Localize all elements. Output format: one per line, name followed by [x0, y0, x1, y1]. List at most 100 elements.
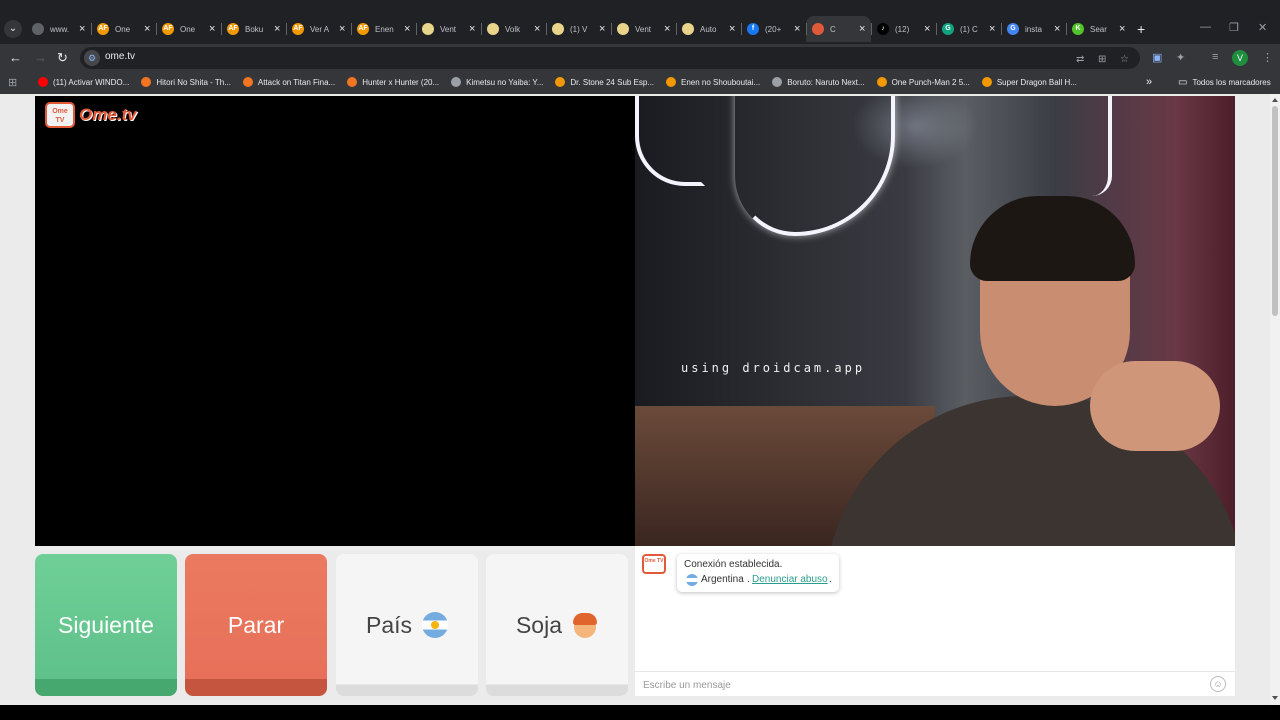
bookmark-item[interactable]: Super Dragon Ball H...: [981, 77, 1077, 87]
tab[interactable]: Ginsta ×: [1001, 16, 1066, 42]
reload-icon[interactable]: ↻: [57, 49, 68, 67]
ometv-logo[interactable]: Ome TV Ome.tv: [45, 102, 137, 128]
restore-icon[interactable]: ❐: [1229, 21, 1239, 34]
scroll-up-arrow-icon[interactable]: [1272, 98, 1278, 102]
tab[interactable]: Auto ×: [676, 16, 741, 42]
af-icon: AF: [357, 23, 369, 35]
google-icon: G: [1007, 23, 1019, 35]
tab-title: Vent: [440, 24, 457, 34]
more-bookmarks-icon[interactable]: »: [1146, 76, 1152, 88]
bookmark-item[interactable]: Boruto: Naruto Next...: [772, 77, 865, 87]
tab[interactable]: www. ×: [26, 16, 91, 42]
tp-icon: [981, 77, 992, 87]
url-text[interactable]: ome.tv: [105, 51, 135, 62]
separator-text: .: [747, 574, 750, 585]
close-window-icon[interactable]: ✕: [1258, 21, 1267, 34]
ometv-chat-icon: Ome TV: [642, 554, 666, 574]
report-abuse-link[interactable]: Denunciar abuso: [752, 574, 828, 585]
yellow-dot-icon: [682, 23, 694, 35]
bookmark-star-icon[interactable]: ☆: [1120, 54, 1129, 65]
tab[interactable]: AF Boku ×: [221, 16, 286, 42]
tab[interactable]: G (1) C ×: [936, 16, 1001, 42]
translate-icon[interactable]: ⇄: [1076, 54, 1084, 65]
close-tab-icon[interactable]: ×: [989, 23, 995, 35]
back-icon[interactable]: ←: [9, 49, 22, 67]
tab[interactable]: AF One ×: [156, 16, 221, 42]
all-bookmarks-folder[interactable]: ▭ Todos los marcadores: [1178, 77, 1271, 88]
new-tab-icon[interactable]: +: [1137, 20, 1145, 38]
connection-status-text: Conexión establecida.: [684, 559, 783, 570]
tab-title: (1) V: [570, 24, 588, 34]
bookmark-item[interactable]: Enen no Shouboutai...: [666, 77, 760, 87]
bookmark-item[interactable]: Hunter x Hunter (20...: [347, 77, 439, 87]
install-app-icon[interactable]: ⊞: [1098, 54, 1106, 65]
tab[interactable]: Volk ×: [481, 16, 546, 42]
translate-extension-icon[interactable]: ▣: [1152, 51, 1162, 64]
emoji-icon[interactable]: ☺: [1210, 676, 1226, 692]
media-control-icon[interactable]: ≡: [1212, 51, 1218, 63]
minimize-icon[interactable]: —: [1200, 21, 1211, 33]
close-tab-icon[interactable]: ×: [79, 23, 85, 35]
tab[interactable]: AF One ×: [91, 16, 156, 42]
apps-grid-icon[interactable]: ⊞: [8, 76, 17, 89]
bookmark-label: (11) Activar WINDO...: [53, 77, 130, 87]
tab[interactable]: AF Ver A ×: [286, 16, 351, 42]
close-tab-icon[interactable]: ×: [144, 23, 150, 35]
bookmark-label: Boruto: Naruto Next...: [787, 77, 865, 87]
message-input[interactable]: [643, 677, 1203, 693]
address-bar[interactable]: ⚙ ome.tv ⇄ ⊞ ☆: [80, 47, 1140, 69]
tab-list: www. × AF One × AF One × AF Boku × AF Ver A × AF Enen × V…: [26, 16, 1131, 42]
scroll-down-arrow-icon[interactable]: [1272, 696, 1278, 700]
tab-title: One: [115, 24, 131, 34]
close-tab-icon[interactable]: ×: [1054, 23, 1060, 35]
tab[interactable]: AF Enen ×: [351, 16, 416, 42]
next-button[interactable]: Siguiente: [35, 554, 177, 696]
menu-icon[interactable]: ⋮: [1262, 51, 1273, 64]
bookmark-label: Hunter x Hunter (20...: [362, 77, 440, 87]
tab-search-icon[interactable]: ⌄: [4, 20, 22, 38]
tab[interactable]: (1) V ×: [546, 16, 611, 42]
all-bookmarks-label: Todos los marcadores: [1192, 78, 1271, 87]
scroll-thumb[interactable]: [1272, 106, 1278, 316]
gender-button[interactable]: Soja: [486, 554, 628, 696]
tab[interactable]: Vent ×: [416, 16, 481, 42]
tab-title: Ver A: [310, 24, 330, 34]
bookmark-item[interactable]: Kimetsu no Yaiba: Y...: [451, 77, 543, 87]
close-tab-icon[interactable]: ×: [534, 23, 540, 35]
bookmark-label: Dr. Stone 24 Sub Esp...: [570, 77, 655, 87]
close-tab-icon[interactable]: ×: [209, 23, 215, 35]
bookmark-item[interactable]: Attack on Titan Fina...: [242, 77, 335, 87]
country-button[interactable]: País: [336, 554, 478, 696]
close-tab-icon[interactable]: ×: [664, 23, 670, 35]
stop-button[interactable]: Parar: [185, 554, 327, 696]
bookmarks-bar: ⊞ (11) Activar WINDO... Hitori No Shita -…: [0, 72, 1280, 94]
close-tab-icon[interactable]: ×: [859, 23, 865, 35]
close-tab-icon[interactable]: ×: [1119, 23, 1125, 35]
end-dot-text: .: [829, 574, 832, 585]
site-info-icon[interactable]: ⚙: [84, 50, 100, 66]
bookmark-item[interactable]: One Punch-Man 2 5...: [876, 77, 970, 87]
yellow-dot-icon: [552, 23, 564, 35]
extensions-icon[interactable]: ✦: [1176, 51, 1185, 64]
bookmark-item[interactable]: Hitori No Shita - Th...: [141, 77, 231, 87]
close-tab-icon[interactable]: ×: [274, 23, 280, 35]
close-tab-icon[interactable]: ×: [599, 23, 605, 35]
profile-avatar[interactable]: V: [1232, 50, 1248, 66]
close-tab-icon[interactable]: ×: [729, 23, 735, 35]
close-tab-icon[interactable]: ×: [924, 23, 930, 35]
tab[interactable]: f (20+ ×: [741, 16, 806, 42]
close-tab-icon[interactable]: ×: [469, 23, 475, 35]
forward-icon[interactable]: →: [34, 49, 47, 67]
youtube-icon: [38, 77, 48, 87]
tab[interactable]: Vent ×: [611, 16, 676, 42]
tab[interactable]: K Sear ×: [1066, 16, 1131, 42]
folder-icon: ▭: [1178, 77, 1188, 88]
bookmark-item[interactable]: Dr. Stone 24 Sub Esp...: [555, 77, 654, 87]
ometv-icon: [812, 23, 824, 35]
close-tab-icon[interactable]: ×: [339, 23, 345, 35]
close-tab-icon[interactable]: ×: [404, 23, 410, 35]
tab[interactable]: C ×: [806, 16, 871, 42]
bookmark-item[interactable]: (11) Activar WINDO...: [38, 77, 129, 87]
close-tab-icon[interactable]: ×: [794, 23, 800, 35]
tab[interactable]: ♪ (12) ×: [871, 16, 936, 42]
